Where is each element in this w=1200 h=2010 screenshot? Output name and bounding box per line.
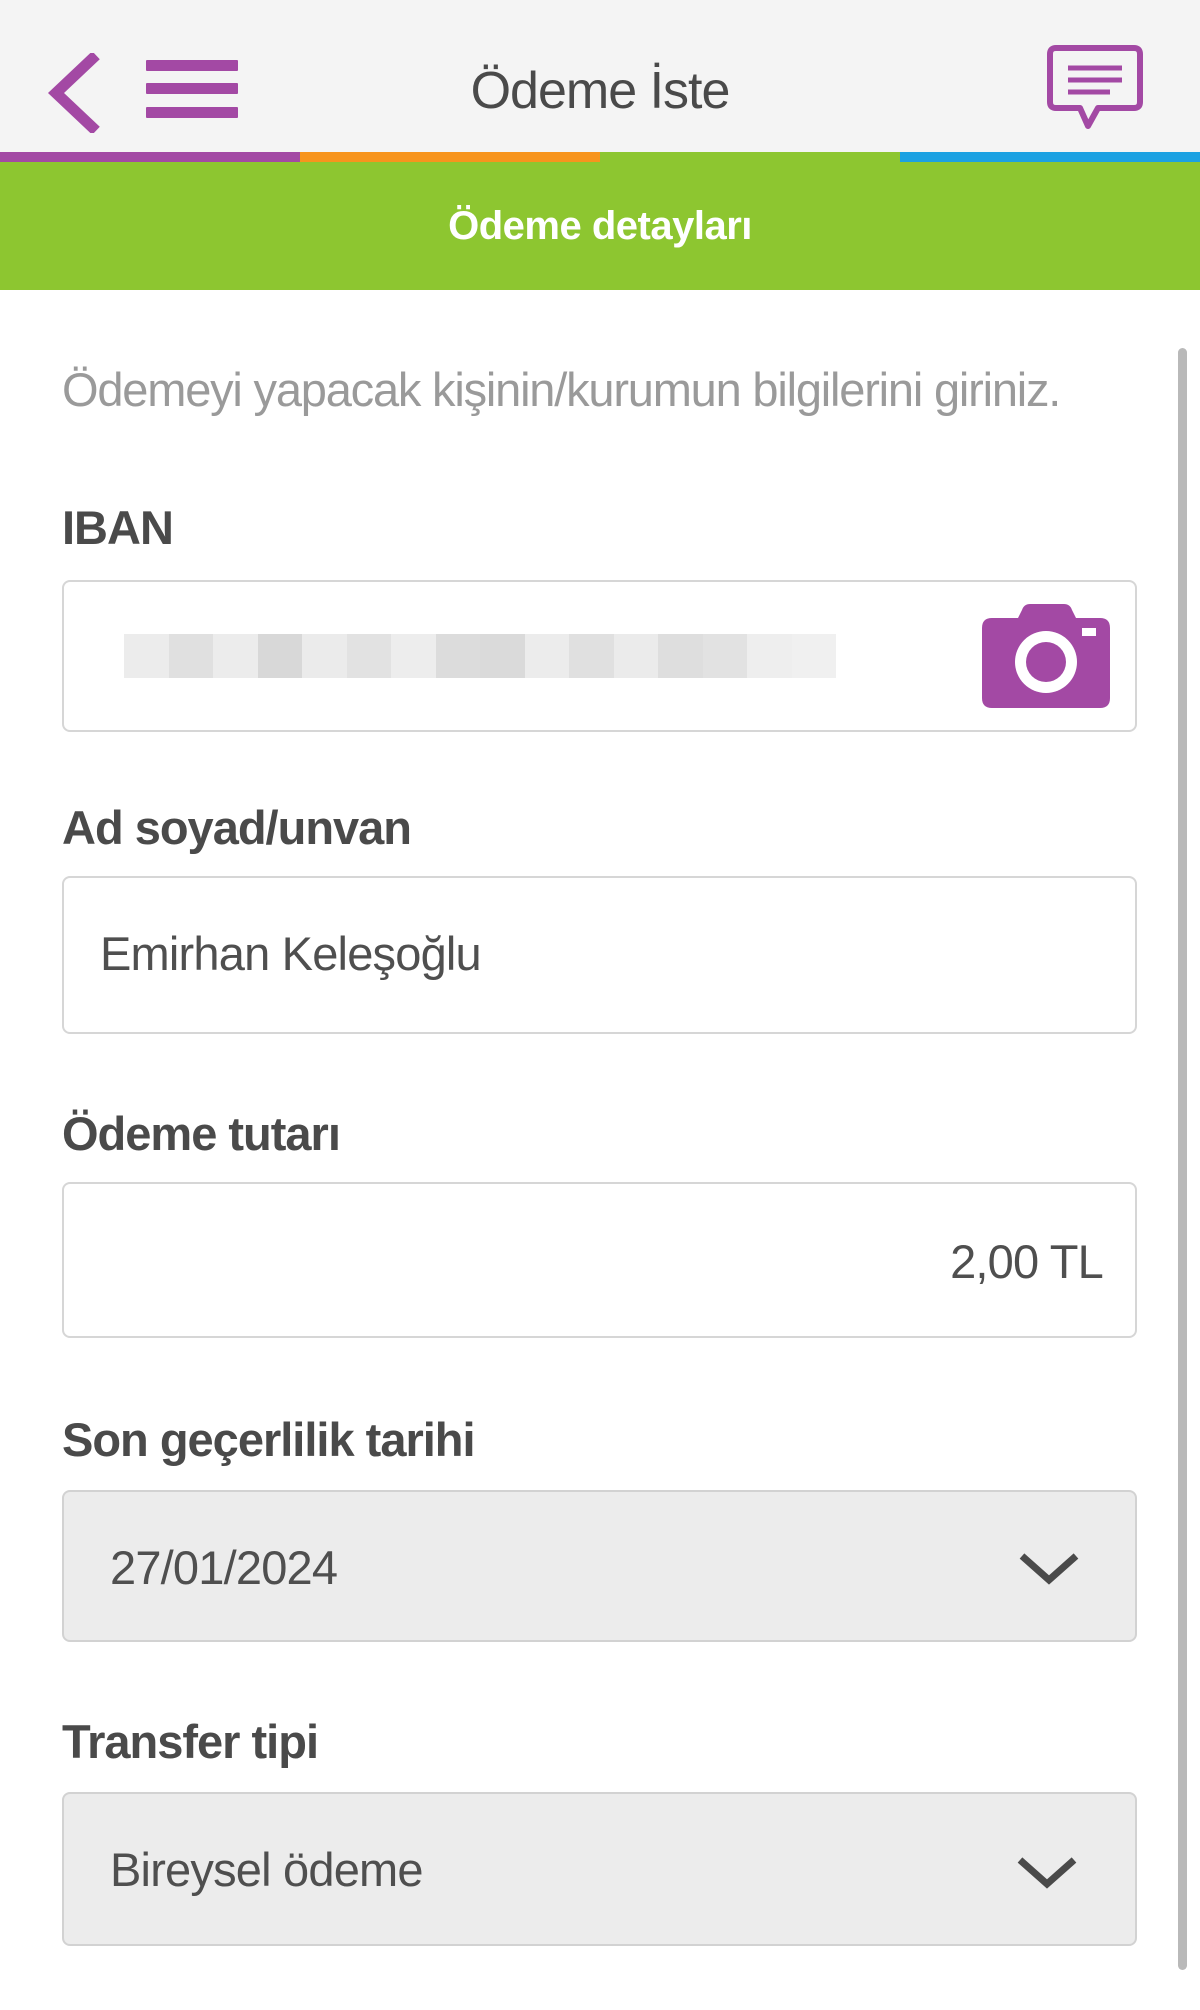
expiry-label: Son geçerlilik tarihi xyxy=(62,1413,476,1466)
chevron-down-icon[interactable] xyxy=(1014,1852,1080,1892)
name-value: Emirhan Keleşoğlu xyxy=(100,927,482,980)
iban-label: IBAN xyxy=(62,501,174,554)
chevron-down-icon[interactable] xyxy=(1016,1548,1082,1588)
section-title: Ödeme detayları xyxy=(448,203,752,248)
section-header: Ödeme detayları xyxy=(0,162,1200,290)
scrollbar[interactable] xyxy=(1178,348,1187,1970)
hamburger-menu-icon xyxy=(146,60,238,71)
expiry-select[interactable]: 27/01/2024 xyxy=(62,1490,1137,1642)
name-field[interactable]: Emirhan Keleşoğlu xyxy=(62,876,1137,1034)
transfer-type-value: Bireysel ödeme xyxy=(110,1843,424,1896)
back-button[interactable] xyxy=(38,48,108,138)
name-label: Ad soyad/unvan xyxy=(62,801,412,854)
amount-label: Ödeme tutarı xyxy=(62,1107,341,1160)
page-title: Ödeme İste xyxy=(470,62,731,120)
transfer-type-label: Transfer tipi xyxy=(62,1715,319,1768)
form-instructions: Ödemeyi yapacak kişinin/kurumun bilgiler… xyxy=(62,363,1061,416)
chevron-left-icon xyxy=(47,53,100,133)
iban-field[interactable] xyxy=(62,580,1137,732)
amount-field[interactable]: 2,00 TL xyxy=(62,1182,1137,1338)
top-bar: Ödeme İste xyxy=(0,0,1200,152)
menu-button[interactable] xyxy=(140,52,240,132)
chat-button[interactable] xyxy=(1046,40,1146,140)
transfer-type-select[interactable]: Bireysel ödeme xyxy=(62,1792,1137,1946)
chat-bubble-icon xyxy=(1047,45,1143,129)
expiry-value: 27/01/2024 xyxy=(110,1541,338,1594)
camera-icon xyxy=(982,604,1110,708)
amount-value: 2,00 TL xyxy=(950,1235,1104,1288)
iban-value-redacted xyxy=(124,634,836,678)
scan-iban-button[interactable] xyxy=(982,604,1110,708)
color-strip xyxy=(0,152,1200,162)
